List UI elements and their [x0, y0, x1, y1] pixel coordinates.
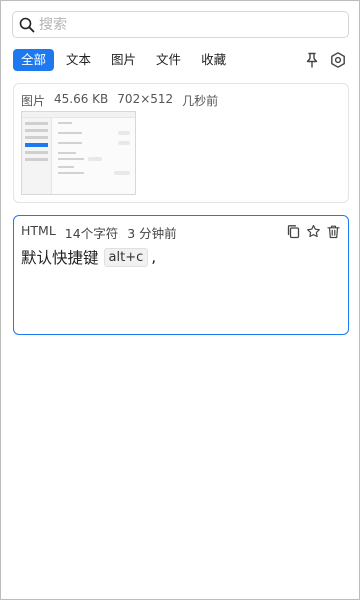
tab-favorites[interactable]: 收藏	[193, 49, 234, 71]
search-icon	[19, 17, 35, 32]
item-content: 默认快捷键 alt+c ,	[21, 246, 156, 268]
item-time: 几秒前	[182, 94, 219, 108]
clipboard-item-html[interactable]: HTML 14个字符 3 分钟前 默认快捷键 alt+c ,	[13, 215, 349, 335]
header-tools	[303, 51, 347, 69]
settings-icon[interactable]	[329, 51, 347, 69]
item-time: 3 分钟前	[127, 226, 177, 241]
item-size: 45.66 KB	[54, 92, 109, 106]
item-type: HTML	[21, 223, 56, 238]
tab-text[interactable]: 文本	[58, 49, 99, 71]
item-meta: 图片 45.66 KB 702×512 几秒前	[21, 92, 218, 109]
tab-all[interactable]: 全部	[13, 49, 55, 71]
shortcut-key: alt+c	[103, 247, 149, 267]
filter-tabs: 全部 文本 图片 文件 收藏	[13, 49, 234, 71]
search-input[interactable]	[39, 16, 329, 33]
star-icon[interactable]	[306, 224, 321, 239]
trash-icon[interactable]	[326, 224, 341, 239]
copy-icon[interactable]	[286, 224, 301, 239]
clipboard-item-image[interactable]: 图片 45.66 KB 702×512 几秒前	[13, 83, 349, 203]
item-text-suffix: ,	[151, 248, 157, 266]
tab-image[interactable]: 图片	[103, 49, 144, 71]
item-length: 14个字符	[64, 226, 119, 241]
item-dimensions: 702×512	[117, 92, 174, 106]
item-actions	[286, 224, 341, 239]
item-text: 默认快捷键	[21, 249, 99, 267]
image-preview	[21, 111, 136, 195]
app-window: 全部 文本 图片 文件 收藏 图片 45.66 KB 702×512 几秒前	[0, 0, 360, 600]
item-meta: HTML 14个字符 3 分钟前	[21, 223, 177, 242]
search-bar	[12, 11, 349, 38]
pin-icon[interactable]	[303, 51, 321, 69]
tab-file[interactable]: 文件	[148, 49, 189, 71]
item-type: 图片	[21, 94, 46, 108]
